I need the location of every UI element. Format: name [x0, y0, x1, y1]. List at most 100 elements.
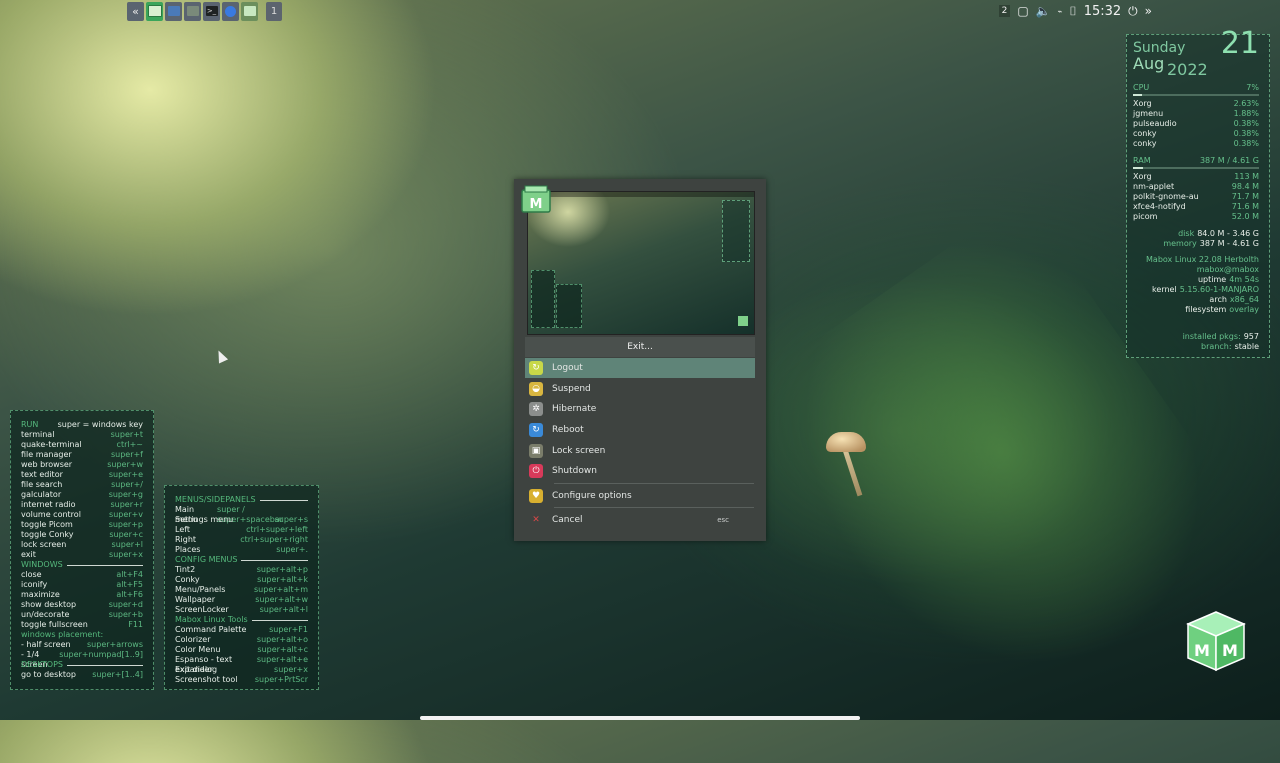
keybinding-shortcut: super+arrows	[87, 640, 143, 649]
keybinding-shortcut: super+r	[110, 500, 143, 509]
keybinding-shortcut: super+alt+l	[259, 605, 308, 614]
exit-option-lock-screen[interactable]: ▣ Lock screen	[525, 441, 755, 461]
keybinding-shortcut: super+l	[111, 540, 143, 549]
mabox-menu-button[interactable]	[146, 1, 163, 21]
exit-option-logout[interactable]: ↻ Logout	[525, 358, 755, 378]
process-name: conky	[1133, 139, 1157, 148]
keybinding-row: Right ctrl+super+right	[175, 535, 308, 545]
keybinding-row: ScreenLocker super+alt+l	[175, 605, 308, 615]
ram-process-row: xfce4-notifyd 71.6 M	[1133, 202, 1259, 212]
keybinding-shortcut: super+e	[108, 470, 143, 479]
exit-option-label: Reboot	[552, 425, 584, 435]
keybinding-action: close	[21, 570, 42, 579]
desktop-icon	[167, 6, 180, 16]
exit-option-reboot[interactable]: ↻ Reboot	[525, 420, 755, 440]
keybinding-row: volume control super+v	[21, 510, 143, 520]
section-title: CONFIG MENUS	[175, 555, 238, 564]
dialog-separator	[554, 483, 754, 484]
keybinding-row: quake-terminal ctrl+~	[21, 440, 143, 450]
section-header: CONFIG MENUS	[175, 555, 308, 565]
process-name: Xorg	[1133, 172, 1152, 181]
desktop-preview	[527, 191, 755, 335]
keybinding-shortcut: alt+F5	[116, 580, 143, 589]
keybinding-row: galculator super+g	[21, 490, 143, 500]
system-tray: 2 ▢ 🔈 ⌁ ⌷ 15:32 ⏻ »	[998, 0, 1152, 22]
power-icon[interactable]: ⏻	[1128, 4, 1138, 19]
keybinding-row: toggle fullscreen F11	[21, 620, 143, 630]
keybinding-row: file manager super+f	[21, 450, 143, 460]
network-icon[interactable]: ⌁	[1058, 7, 1063, 16]
show-desktop-button[interactable]	[165, 1, 182, 21]
preview-help-right	[556, 284, 582, 328]
keybinding-shortcut: super+[1..4]	[92, 670, 143, 679]
ram-value: 387 M / 4.61 G	[1199, 156, 1259, 165]
keybinding-action: Menu/Panels	[175, 585, 226, 594]
volume-icon[interactable]: 🔈	[1036, 4, 1051, 18]
ram-process-row: picom 52.0 M	[1133, 212, 1259, 222]
ram-bar-fill	[1133, 167, 1144, 169]
browser-icon	[225, 5, 236, 17]
process-name: xfce4-notifyd	[1133, 202, 1186, 211]
exit-option-cancel[interactable]: ✕ Cancel esc	[525, 510, 755, 530]
section-divider	[251, 619, 308, 621]
section-header: Mabox Linux Tools	[175, 615, 308, 625]
process-name: jgmenu	[1133, 109, 1164, 118]
keybinding-shortcut: super+alt+p	[256, 565, 308, 574]
ram-process-row: polkit-gnome-au 71.7 M	[1133, 192, 1259, 202]
cpu-header: CPU 7%	[1133, 83, 1259, 93]
keybinding-action: Right	[175, 535, 197, 544]
branch-row: branch: stable	[1133, 342, 1259, 352]
exit-option-configure-options[interactable]: ♥ Configure options	[525, 486, 755, 506]
exit-option-hibernate[interactable]: ✲ Hibernate	[525, 399, 755, 419]
file-manager-button[interactable]	[184, 1, 201, 21]
keybinding-row: maximize alt+F6	[21, 590, 143, 600]
collapse-panel-button[interactable]: «	[127, 1, 144, 21]
keybinding-shortcut: super+w	[107, 460, 143, 469]
process-name: pulseaudio	[1133, 119, 1177, 128]
lock-icon: ▣	[529, 444, 543, 458]
keybinding-shortcut: alt+F6	[116, 590, 143, 599]
keybinding-row: Menu/Panels super+alt+m	[175, 585, 308, 595]
keybinding-action: toggle fullscreen	[21, 620, 88, 629]
browser-button[interactable]	[222, 1, 239, 21]
exit-option-suspend[interactable]: ◒ Suspend	[525, 379, 755, 399]
preview-logo	[738, 316, 748, 326]
workspace-indicator[interactable]: 1	[266, 1, 282, 21]
section-header: WINDOWS	[21, 560, 143, 570]
cpu-process-row: conky 0.38%	[1133, 139, 1259, 149]
exit-option-label: Shutdown	[552, 466, 597, 476]
expand-panel-icon[interactable]: »	[1145, 4, 1152, 18]
process-name: picom	[1133, 212, 1158, 221]
keybinding-action: lock screen	[21, 540, 67, 549]
keybinding-shortcut: super+alt+o	[256, 635, 308, 644]
conky-year: 2022	[1167, 60, 1208, 79]
keybinding-shortcut: alt+F4	[116, 570, 143, 579]
cpu-process-row: pulseaudio 0.38%	[1133, 119, 1259, 129]
pkgs-label: installed pkgs:	[1182, 332, 1241, 341]
process-value: 0.38%	[1233, 139, 1259, 148]
keybinding-row: un/decorate super+b	[21, 610, 143, 620]
clock[interactable]: 15:32	[1084, 4, 1121, 19]
keybinding-shortcut: ctrl+super+right	[240, 535, 308, 544]
svg-text:M: M	[1194, 641, 1210, 660]
process-name: polkit-gnome-au	[1133, 192, 1199, 201]
cpu-label: CPU	[1133, 83, 1150, 92]
active-window-button[interactable]	[241, 1, 258, 21]
exit-option-shutdown[interactable]: ⏻ Shutdown	[525, 461, 755, 481]
keybinding-row: Tint2 super+alt+p	[175, 565, 308, 575]
keybinding-row: Command Palette super+F1	[175, 625, 308, 635]
terminal-button[interactable]: >_	[203, 1, 220, 21]
section-divider	[66, 564, 143, 566]
display-icon[interactable]: ▢	[1017, 4, 1028, 18]
branch-label: branch:	[1201, 342, 1232, 351]
bottom-dock-bar[interactable]	[420, 716, 860, 720]
section-divider	[241, 559, 308, 561]
screenshot-icon[interactable]: ⌷	[1069, 4, 1076, 19]
keybinding-action: go to desktop	[21, 670, 76, 679]
memory-value: 387 M - 4.61 G	[1199, 239, 1259, 248]
notification-count[interactable]: 2	[998, 5, 1011, 17]
configure-icon: ♥	[529, 489, 543, 503]
taskbar: « >_ 1	[127, 0, 282, 22]
keybinding-shortcut: super+v	[109, 510, 143, 519]
mabox-logo-icon	[147, 5, 162, 17]
